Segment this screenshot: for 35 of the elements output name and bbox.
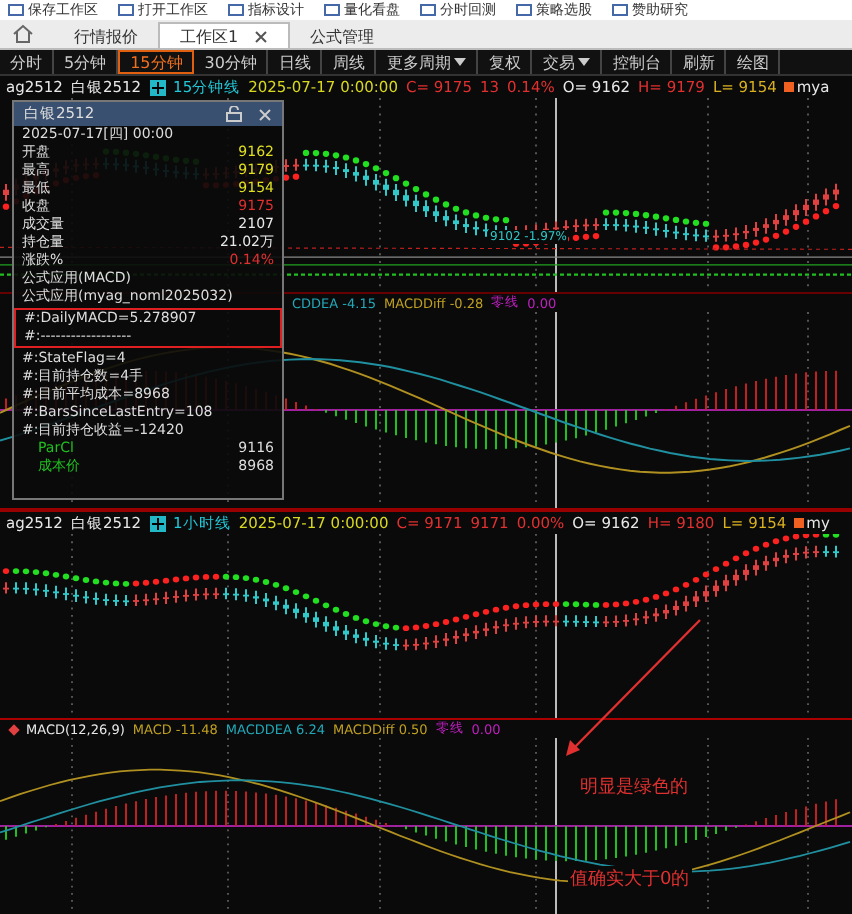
annotation-text: 值确实大于0的 <box>568 866 692 892</box>
toolbar-icon[interactable] <box>118 4 134 16</box>
lock-icon[interactable] <box>226 106 242 122</box>
tab[interactable]: 行情报价 <box>54 24 158 48</box>
toolbar-icon[interactable] <box>516 4 532 16</box>
close-icon[interactable] <box>254 29 269 43</box>
period-button[interactable]: 30分钟 <box>194 50 269 74</box>
indicator-marker-icon <box>8 723 20 735</box>
series-marker-icon <box>794 518 805 528</box>
toolbar-icon[interactable] <box>8 4 24 16</box>
caret-icon <box>454 58 467 66</box>
home-icon[interactable] <box>12 24 34 44</box>
annotation-text: 明显是绿色的 <box>580 775 688 800</box>
period-button[interactable]: 分时 <box>0 50 54 74</box>
period-button[interactable]: 交易 <box>532 50 603 74</box>
series-marker-icon <box>784 82 795 92</box>
annotation-arrow <box>566 619 701 756</box>
period-button[interactable]: 更多周期 <box>376 50 479 74</box>
period-button[interactable]: 绘图 <box>726 50 781 74</box>
caret-icon <box>578 58 591 66</box>
toolbar-icon[interactable] <box>228 4 244 16</box>
toolbar-icon[interactable] <box>324 4 340 16</box>
tab[interactable]: 工作区1 <box>158 22 291 48</box>
period-button[interactable]: 日线 <box>268 50 323 74</box>
period-button[interactable]: 15分钟 <box>118 50 195 74</box>
period-button[interactable]: 周线 <box>322 50 377 74</box>
period-button[interactable]: 复权 <box>478 50 533 74</box>
period-button[interactable]: 控制台 <box>602 50 673 74</box>
period-button[interactable]: 5分钟 <box>54 50 119 74</box>
grid-icon <box>149 515 166 531</box>
tab[interactable]: 公式管理 <box>290 24 395 48</box>
period-button[interactable]: 刷新 <box>672 50 727 74</box>
grid-icon <box>149 79 166 95</box>
toolbar-icon[interactable] <box>612 4 628 16</box>
toolbar-icon[interactable] <box>420 4 436 16</box>
